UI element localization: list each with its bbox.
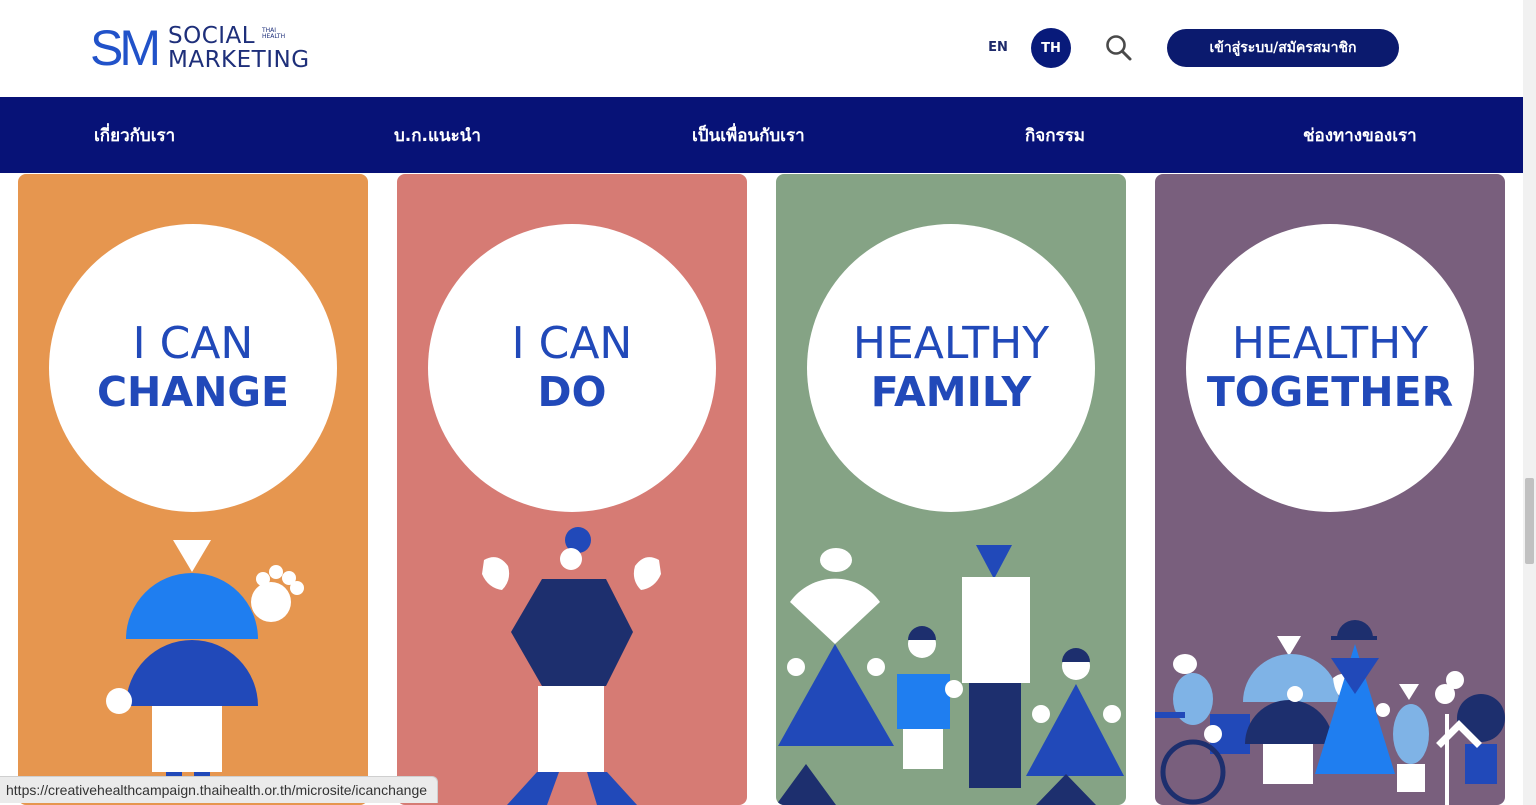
card-title-line2: DO xyxy=(537,368,607,416)
language-en-button[interactable]: EN xyxy=(980,29,1016,65)
nav-item-activities[interactable]: กิจกรรม xyxy=(1025,97,1085,173)
nav-item-editor-pick[interactable]: บ.ก.แนะนำ xyxy=(394,97,481,173)
nav-item-channels[interactable]: ช่องทางของเรา xyxy=(1303,97,1417,173)
logo-line-2: MARKETING xyxy=(168,47,310,73)
card-title-circle: I CAN DO xyxy=(428,224,716,512)
scrollbar-thumb[interactable] xyxy=(1525,478,1534,564)
main-nav: เกี่ยวกับเรา บ.ก.แนะนำ เป็นเพื่อนกับเรา … xyxy=(0,97,1523,173)
card-title-line2: CHANGE xyxy=(96,368,290,416)
card-title-circle: HEALTHY TOGETHER xyxy=(1186,224,1474,512)
nav-item-be-friends[interactable]: เป็นเพื่อนกับเรา xyxy=(692,97,805,173)
chevron-up-icon xyxy=(1436,720,1482,748)
campaign-card-i-can-do[interactable]: I CAN DO xyxy=(397,174,747,805)
card-title-line1: I CAN xyxy=(511,318,633,369)
logo-thaihealth: THAI HEALTH xyxy=(262,28,285,40)
card-title-line2: FAMILY xyxy=(870,368,1032,416)
card-title-circle: HEALTHY FAMILY xyxy=(807,224,1095,512)
logo-small-2: HEALTH xyxy=(262,33,286,40)
nav-item-about[interactable]: เกี่ยวกับเรา xyxy=(94,97,175,173)
login-register-button[interactable]: เข้าสู่ระบบ/สมัครสมาชิก xyxy=(1167,29,1399,67)
campaign-card-healthy-family[interactable]: HEALTHY FAMILY xyxy=(776,174,1126,805)
page-scrollbar[interactable] xyxy=(1523,0,1536,805)
card-title-line1: I CAN xyxy=(132,318,254,369)
logo-line-1: SOCIAL xyxy=(168,23,256,49)
status-bar-url: https://creativehealthcampaign.thaihealt… xyxy=(0,776,439,803)
language-th-button[interactable]: TH xyxy=(1031,28,1071,68)
card-title-line2: TOGETHER xyxy=(1206,368,1454,416)
logo-mark: SM xyxy=(90,20,161,76)
site-header: SM SOCIAL MARKETING THAI HEALTH EN TH เข… xyxy=(0,0,1523,97)
card-title-line1: HEALTHY xyxy=(1231,318,1429,369)
logo-wordmark: SOCIAL MARKETING xyxy=(168,24,310,72)
card-title-circle: I CAN CHANGE xyxy=(49,224,337,512)
search-icon[interactable] xyxy=(1104,33,1134,63)
site-logo[interactable]: SM SOCIAL MARKETING THAI HEALTH xyxy=(90,22,330,74)
back-to-top-button[interactable] xyxy=(1433,707,1485,759)
card-title-line1: HEALTHY xyxy=(852,318,1050,369)
campaign-card-i-can-change[interactable]: I CAN CHANGE xyxy=(18,174,368,805)
